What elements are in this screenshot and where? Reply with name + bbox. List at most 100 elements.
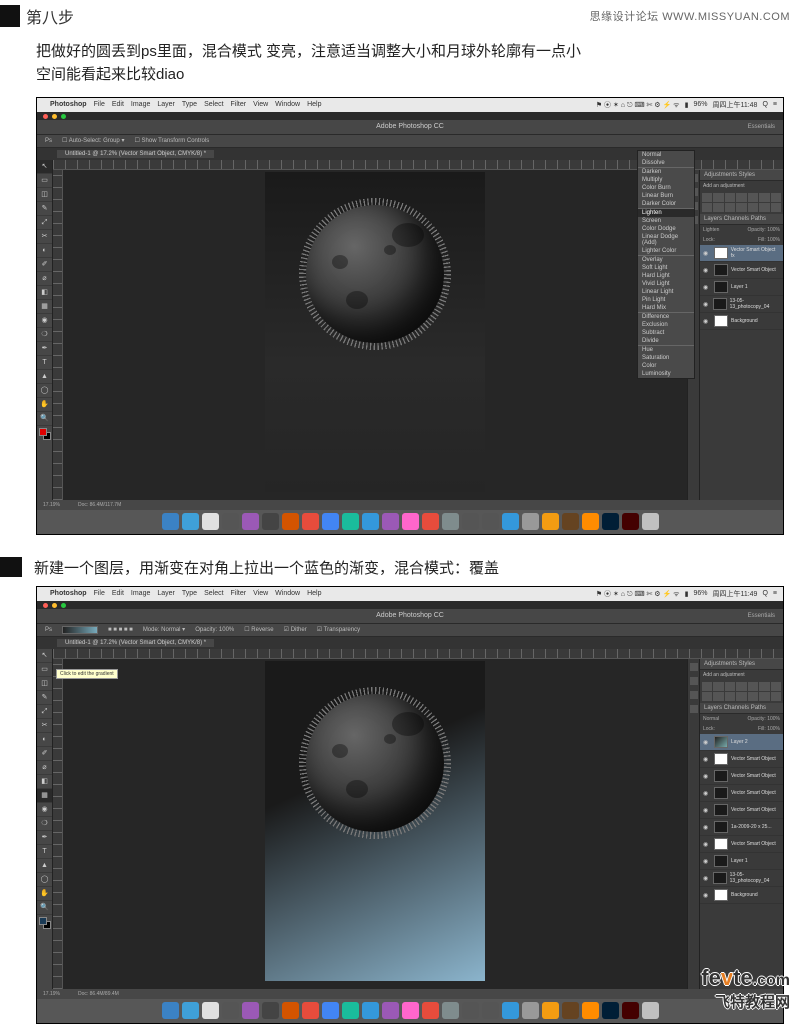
visibility-icon[interactable]: ◉	[703, 756, 711, 762]
blend-mode-option[interactable]: Lighter Color	[638, 247, 694, 255]
eraser-tool[interactable]: ◧	[37, 286, 52, 300]
layer-row[interactable]: ◉Layer 2	[700, 734, 783, 751]
blend-mode-option[interactable]: Multiply	[638, 176, 694, 184]
layer-row[interactable]: ◉13-05-13_photocopy_04	[700, 296, 783, 313]
dock-app-icon[interactable]	[222, 1002, 239, 1019]
blend-mode-option[interactable]: Normal	[638, 151, 694, 159]
adjustments-tab[interactable]: Adjustments Styles	[700, 170, 783, 181]
dock-app-icon[interactable]	[502, 513, 519, 530]
document-tab[interactable]: Untitled-1 @ 17.2% (Vector Smart Object,…	[57, 150, 214, 158]
visibility-icon[interactable]: ◉	[703, 773, 711, 779]
move-tool[interactable]: ↖	[37, 160, 52, 174]
brush-tool[interactable]: ✐	[37, 258, 52, 272]
dock-app-icon[interactable]	[262, 1002, 279, 1019]
minimize-button[interactable]	[52, 114, 57, 119]
blend-mode-option[interactable]: Difference	[638, 313, 694, 321]
menu-icon[interactable]: ≡	[773, 101, 777, 108]
dock-app-icon[interactable]	[162, 513, 179, 530]
visibility-icon[interactable]: ◉	[703, 284, 711, 290]
menu-layer[interactable]: Layer	[157, 101, 175, 108]
dock-app-icon[interactable]	[602, 513, 619, 530]
blend-mode-dropdown[interactable]: NormalDissolveDarkenMultiplyColor BurnLi…	[637, 150, 695, 379]
dock-app-icon[interactable]	[442, 1002, 459, 1019]
blend-mode-option[interactable]: Exclusion	[638, 321, 694, 329]
ps-logo-icon[interactable]: Ps	[45, 627, 52, 633]
blend-mode-option[interactable]: Linear Light	[638, 288, 694, 296]
menu-select[interactable]: Select	[204, 101, 223, 108]
dock-app-icon[interactable]	[302, 1002, 319, 1019]
layer-row[interactable]: ◉Vector Smart Object	[700, 751, 783, 768]
workspace-switcher[interactable]: Essentials	[748, 120, 775, 134]
blend-mode-option[interactable]: Vivid Light	[638, 280, 694, 288]
visibility-icon[interactable]: ◉	[703, 301, 710, 307]
layer-row[interactable]: ◉Background	[700, 887, 783, 904]
blend-mode-option[interactable]: Luminosity	[638, 370, 694, 378]
dock-app-icon[interactable]	[282, 1002, 299, 1019]
blend-mode-option[interactable]: Linear Burn	[638, 192, 694, 200]
dock-app-icon[interactable]	[522, 1002, 539, 1019]
dock-app-icon[interactable]	[482, 513, 499, 530]
menu-type[interactable]: Type	[182, 101, 197, 108]
path-tool[interactable]: ▲	[37, 370, 52, 384]
blend-mode-option[interactable]: Linear Dodge (Add)	[638, 233, 694, 247]
visibility-icon[interactable]: ◉	[703, 875, 710, 881]
blend-mode-option[interactable]: Hue	[638, 346, 694, 354]
battery-indicator[interactable]: ▮	[685, 101, 689, 109]
canvas[interactable]	[63, 170, 687, 500]
dock-app-icon[interactable]	[462, 513, 479, 530]
dock-app-icon[interactable]	[602, 1002, 619, 1019]
close-button[interactable]	[43, 114, 48, 119]
dock-app-icon[interactable]	[402, 513, 419, 530]
dock-app-icon[interactable]	[622, 1002, 639, 1019]
dock-app-icon[interactable]	[382, 513, 399, 530]
layer-row[interactable]: ◉Layer 1	[700, 279, 783, 296]
stamp-tool[interactable]: ⌀	[37, 272, 52, 286]
lasso-tool[interactable]: ◫	[37, 188, 52, 202]
dock-app-icon[interactable]	[482, 1002, 499, 1019]
layer-row[interactable]: ◉Vector Smart Object	[700, 802, 783, 819]
blend-mode-option[interactable]: Subtract	[638, 329, 694, 337]
blend-mode-option[interactable]: Overlay	[638, 256, 694, 264]
dock-app-icon[interactable]	[362, 513, 379, 530]
zoom-tool[interactable]: 🔍	[37, 412, 52, 426]
clock[interactable]: 周四上午11:48	[712, 100, 757, 110]
canvas[interactable]	[63, 659, 687, 989]
dock-app-icon[interactable]	[622, 513, 639, 530]
blend-mode-option[interactable]: Screen	[638, 217, 694, 225]
dock-app-icon[interactable]	[402, 1002, 419, 1019]
visibility-icon[interactable]: ◉	[703, 824, 711, 830]
visibility-icon[interactable]: ◉	[703, 807, 711, 813]
visibility-icon[interactable]: ◉	[703, 739, 711, 745]
dock-app-icon[interactable]	[562, 513, 579, 530]
shape-tool[interactable]: ◯	[37, 384, 52, 398]
maximize-button[interactable]	[61, 114, 66, 119]
type-tool[interactable]: T	[37, 356, 52, 370]
crop-tool[interactable]: ⤢	[37, 216, 52, 230]
adjustments-grid[interactable]	[700, 191, 783, 214]
layer-row[interactable]: ◉13-05-13_photocopy_04	[700, 870, 783, 887]
dock-app-icon[interactable]	[422, 1002, 439, 1019]
marquee-tool[interactable]: ▭	[37, 174, 52, 188]
dock-app-icon[interactable]	[362, 1002, 379, 1019]
eyedropper-tool[interactable]: ✂	[37, 230, 52, 244]
dock-app-icon[interactable]	[562, 1002, 579, 1019]
dock-app-icon[interactable]	[182, 513, 199, 530]
menu-filter[interactable]: Filter	[231, 101, 247, 108]
gradient-tool[interactable]: ▦	[37, 300, 52, 314]
menu-edit[interactable]: Edit	[112, 101, 124, 108]
dock-app-icon[interactable]	[182, 1002, 199, 1019]
visibility-icon[interactable]: ◉	[703, 790, 711, 796]
dock-app-icon[interactable]	[642, 513, 659, 530]
blur-tool[interactable]: ◉	[37, 314, 52, 328]
menu-image[interactable]: Image	[131, 101, 150, 108]
menu-view[interactable]: View	[253, 101, 268, 108]
clock[interactable]: 周四上午11:49	[712, 589, 757, 599]
dock-app-icon[interactable]	[382, 1002, 399, 1019]
blend-mode-option[interactable]: Hard Mix	[638, 304, 694, 312]
blend-mode-option[interactable]: Dissolve	[638, 159, 694, 167]
dock-app-icon[interactable]	[322, 1002, 339, 1019]
visibility-icon[interactable]: ◉	[703, 892, 711, 898]
visibility-icon[interactable]: ◉	[703, 250, 711, 256]
heal-tool[interactable]: ◐	[37, 244, 52, 258]
layer-row[interactable]: ◉Vector Smart Object	[700, 836, 783, 853]
